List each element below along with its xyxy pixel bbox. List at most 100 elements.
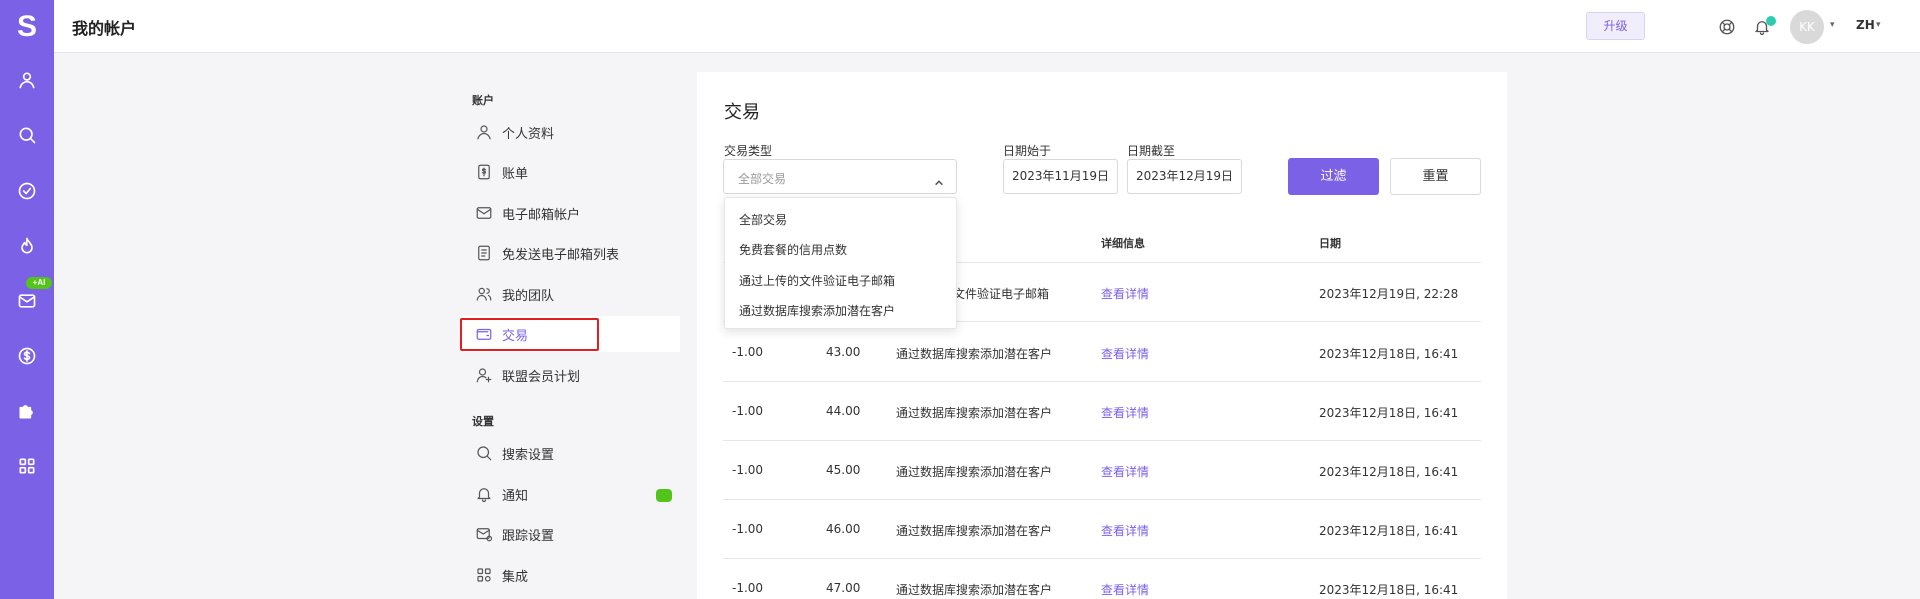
view-details-link[interactable]: 查看详情 bbox=[1101, 522, 1149, 539]
sidebar-item-search-settings[interactable]: 搜索设置 bbox=[460, 435, 680, 471]
date-cell: 2023年12月19日, 22:28 bbox=[1319, 287, 1459, 301]
date-cell: 2023年12月18日, 16:41 bbox=[1319, 524, 1459, 538]
table-row: -1.00 46.00 通过数据库搜索添加潜在客户 查看详情 2023年12月1… bbox=[723, 500, 1481, 559]
list-file-icon bbox=[475, 244, 493, 262]
mail-settings-icon bbox=[475, 525, 493, 543]
card-title: 交易 bbox=[724, 102, 760, 123]
dropdown-option-free-credits[interactable]: 免费套餐的信用点数 bbox=[739, 241, 847, 258]
section-label-settings: 设置 bbox=[472, 415, 494, 428]
amount-cell: -1.00 bbox=[732, 581, 764, 595]
status-badge bbox=[656, 489, 672, 502]
description-cell: 通过数据库搜索添加潜在客户 bbox=[896, 347, 1053, 361]
sidebar-item-do-not-email-list[interactable]: 免发送电子邮箱列表 bbox=[460, 235, 680, 271]
column-header-details: 详细信息 bbox=[1101, 237, 1145, 250]
table-row: -1.00 47.00 通过数据库搜索添加潜在客户 查看详情 2023年12月1… bbox=[723, 559, 1481, 599]
description-cell: 通过数据库搜索添加潜在客户 bbox=[896, 465, 1053, 479]
date-cell: 2023年12月18日, 16:41 bbox=[1319, 465, 1459, 479]
date-cell: 2023年12月18日, 16:41 bbox=[1319, 583, 1459, 597]
description-cell: 通过数据库搜索添加潜在客户 bbox=[896, 406, 1053, 420]
transaction-type-select[interactable]: 全部交易 bbox=[723, 159, 957, 194]
select-value: 全部交易 bbox=[738, 172, 787, 186]
table-row: -1.00 44.00 通过数据库搜索添加潜在客户 查看详情 2023年12月1… bbox=[723, 382, 1481, 441]
language-chevron-down-icon[interactable]: ▾ bbox=[1876, 20, 1881, 30]
balance-cell: 45.00 bbox=[826, 463, 861, 477]
sidebar-item-my-team[interactable]: 我的团队 bbox=[460, 276, 680, 312]
page-title: 我的帐户 bbox=[72, 19, 137, 38]
dropdown-option-file-verify[interactable]: 通过上传的文件验证电子邮箱 bbox=[739, 272, 895, 289]
amount-cell: -1.00 bbox=[732, 463, 764, 477]
date-cell: 2023年12月18日, 16:41 bbox=[1319, 406, 1459, 420]
integration-icon bbox=[475, 566, 493, 584]
sidebar-item-label: 我的团队 bbox=[502, 289, 555, 304]
balance-cell: 44.00 bbox=[826, 404, 861, 418]
dollar-circle-icon[interactable] bbox=[17, 346, 37, 366]
language-switcher[interactable]: ZH bbox=[1856, 18, 1875, 32]
help-icon[interactable] bbox=[1718, 18, 1736, 36]
sidebar-item-notifications[interactable]: 通知 bbox=[460, 476, 680, 512]
description-cell: 文件验证电子邮箱 bbox=[953, 287, 1050, 301]
amount-cell: -1.00 bbox=[732, 522, 764, 536]
sidebar-item-label: 个人资料 bbox=[502, 127, 555, 142]
reset-button[interactable]: 重置 bbox=[1390, 158, 1481, 195]
avatar-chevron-down-icon[interactable]: ▾ bbox=[1830, 20, 1835, 30]
view-details-link[interactable]: 查看详情 bbox=[1101, 463, 1149, 480]
balance-cell: 46.00 bbox=[826, 522, 861, 536]
left-rail: S +AI bbox=[0, 0, 54, 599]
description-cell: 通过数据库搜索添加潜在客户 bbox=[896, 524, 1053, 538]
transaction-type-dropdown: 全部交易 免费套餐的信用点数 通过上传的文件验证电子邮箱 通过数据库搜索添加潜在… bbox=[724, 197, 957, 329]
ai-badge: +AI bbox=[26, 277, 52, 289]
amount-cell: -1.00 bbox=[732, 404, 764, 418]
user-plus-icon bbox=[475, 366, 493, 384]
avatar[interactable]: KK bbox=[1790, 10, 1824, 44]
date-to-input[interactable]: 2023年12月19日 bbox=[1127, 159, 1242, 194]
sidebar-item-label: 跟踪设置 bbox=[502, 529, 555, 544]
sidebar-item-label: 通知 bbox=[502, 489, 529, 504]
date-cell: 2023年12月18日, 16:41 bbox=[1319, 347, 1459, 361]
team-icon bbox=[475, 285, 493, 303]
sidebar-item-profile[interactable]: 个人资料 bbox=[460, 114, 680, 150]
dollar-file-icon bbox=[475, 163, 493, 181]
fire-icon[interactable] bbox=[17, 236, 37, 256]
check-circle-icon[interactable] bbox=[17, 181, 37, 201]
filter-button[interactable]: 过滤 bbox=[1288, 158, 1379, 195]
column-header-date: 日期 bbox=[1319, 237, 1341, 250]
sidebar-item-label: 免发送电子邮箱列表 bbox=[502, 248, 620, 263]
sidebar-item-label: 账单 bbox=[502, 167, 529, 182]
app-logo[interactable]: S bbox=[0, 8, 54, 46]
sidebar-item-email-accounts[interactable]: 电子邮箱帐户 bbox=[460, 195, 680, 231]
sidebar-item-label: 集成 bbox=[502, 570, 529, 585]
sidebar-item-label: 交易 bbox=[502, 329, 529, 344]
search-icon[interactable] bbox=[17, 125, 37, 145]
date-from-input[interactable]: 2023年11月19日 bbox=[1003, 159, 1118, 194]
date-from-label: 日期始于 bbox=[1003, 144, 1052, 158]
sidebar-item-integrations[interactable]: 集成 bbox=[460, 557, 680, 593]
view-details-link[interactable]: 查看详情 bbox=[1101, 404, 1149, 421]
sidebar-item-affiliate-program[interactable]: 联盟会员计划 bbox=[460, 357, 680, 393]
upgrade-button[interactable]: 升级 bbox=[1586, 12, 1645, 40]
dropdown-option-db-search[interactable]: 通过数据库搜索添加潜在客户 bbox=[739, 302, 895, 319]
description-cell: 通过数据库搜索添加潜在客户 bbox=[896, 583, 1053, 597]
dropdown-option-all[interactable]: 全部交易 bbox=[739, 211, 787, 228]
section-label-account: 账户 bbox=[472, 94, 494, 107]
view-details-link[interactable]: 查看详情 bbox=[1101, 285, 1149, 302]
sidebar-item-tracking-settings[interactable]: 跟踪设置 bbox=[460, 516, 680, 552]
puzzle-icon[interactable] bbox=[17, 401, 37, 421]
sidebar-item-transactions[interactable]: 交易 bbox=[460, 316, 680, 352]
sidebar-item-label: 联盟会员计划 bbox=[502, 370, 581, 385]
view-details-link[interactable]: 查看详情 bbox=[1101, 345, 1149, 362]
amount-cell: -1.00 bbox=[732, 345, 764, 359]
table-row: -1.00 43.00 通过数据库搜索添加潜在客户 查看详情 2023年12月1… bbox=[723, 323, 1481, 382]
view-details-link[interactable]: 查看详情 bbox=[1101, 581, 1149, 598]
sidebar-item-label: 搜索设置 bbox=[502, 448, 555, 463]
user-icon[interactable] bbox=[17, 70, 37, 90]
mail-icon[interactable] bbox=[17, 291, 37, 311]
search-icon bbox=[475, 444, 493, 462]
table-row: -1.00 45.00 通过数据库搜索添加潜在客户 查看详情 2023年12月1… bbox=[723, 441, 1481, 500]
transaction-type-label: 交易类型 bbox=[724, 144, 773, 158]
date-to-label: 日期截至 bbox=[1127, 144, 1176, 158]
user-icon bbox=[475, 123, 493, 141]
mail-icon bbox=[475, 204, 493, 222]
sidebar-item-billing[interactable]: 账单 bbox=[460, 154, 680, 190]
balance-cell: 47.00 bbox=[826, 581, 861, 595]
apps-grid-icon[interactable] bbox=[17, 456, 37, 476]
